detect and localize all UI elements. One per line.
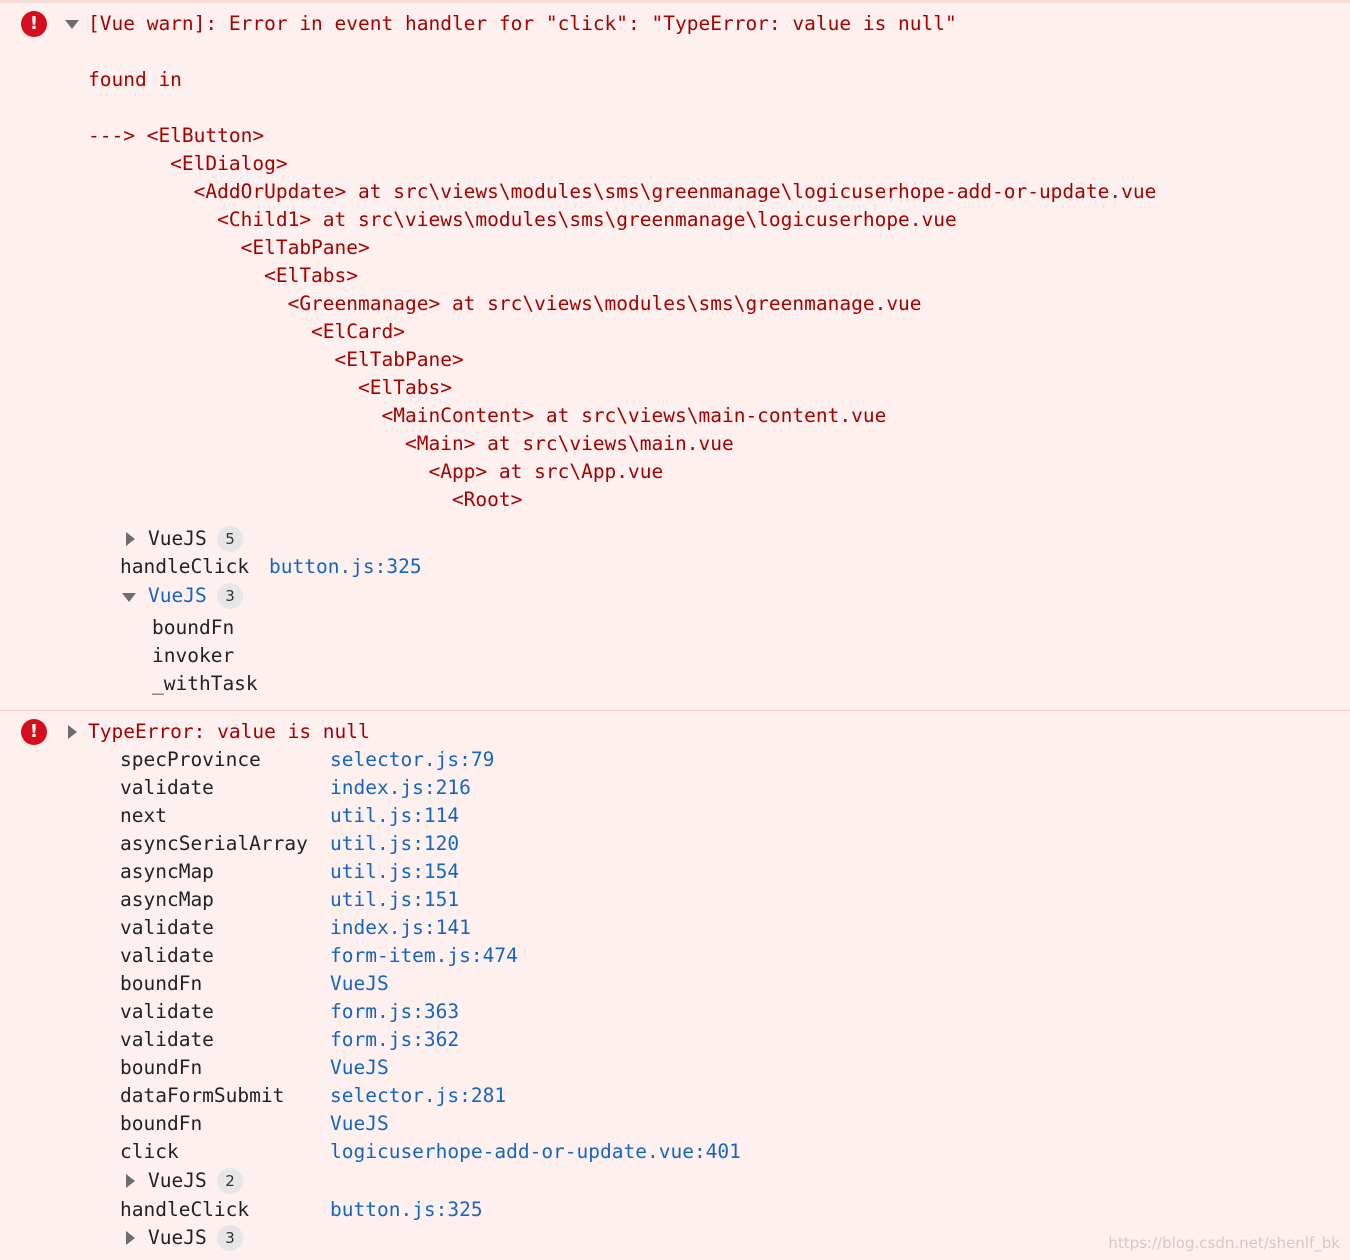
stack-function: next (120, 804, 167, 827)
watermark-text: https://blog.csdn.net/shenlf_bk (1108, 1234, 1340, 1252)
group-label[interactable]: VueJS (148, 582, 207, 610)
stack-function: validate (120, 1028, 214, 1051)
source-link[interactable]: form-item.js:474 (330, 942, 518, 970)
tree-line: <AddOrUpdate> at src\views\modules\sms\g… (88, 180, 1157, 203)
stack-function: handleClick (120, 555, 250, 578)
found-in-label: found in (88, 68, 182, 91)
count-badge: 2 (217, 1168, 243, 1194)
source-link[interactable]: util.js:120 (330, 830, 459, 858)
source-link[interactable]: button.js:325 (269, 553, 422, 581)
expand-arrow-icon[interactable] (68, 725, 77, 739)
stack-function: boundFn (152, 616, 235, 639)
stack-function: asyncMap (120, 888, 214, 911)
source-link[interactable]: selector.js:79 (330, 746, 494, 774)
group-label[interactable]: VueJS (148, 525, 207, 553)
top-border (0, 0, 1350, 3)
expand-arrow-icon[interactable] (65, 20, 79, 29)
stack-function: invoker (152, 644, 235, 667)
tree-line: <ElTabs> (88, 264, 359, 287)
source-link[interactable]: VueJS (330, 1110, 389, 1138)
tree-line: <ElTabs> (88, 376, 452, 399)
group-label[interactable]: VueJS (148, 1224, 207, 1252)
error-icon: ! (21, 11, 47, 37)
expand-arrow-icon[interactable] (126, 1231, 135, 1245)
source-link[interactable]: index.js:141 (330, 914, 471, 942)
source-link[interactable]: index.js:216 (330, 774, 471, 802)
collapse-arrow-icon[interactable] (122, 593, 136, 602)
source-link[interactable]: util.js:114 (330, 802, 459, 830)
expand-arrow-icon[interactable] (126, 532, 135, 546)
tree-line: <Child1> at src\views\modules\sms\greenm… (88, 208, 957, 231)
tree-line: <ElTabPane> (88, 348, 464, 371)
stack-function: boundFn (120, 972, 203, 995)
tree-line: <App> at src\App.vue (88, 460, 664, 483)
stack-function: validate (120, 1000, 214, 1023)
stack-function: asyncMap (120, 860, 214, 883)
source-link[interactable]: VueJS (330, 970, 389, 998)
stack-function: dataFormSubmit (120, 1084, 285, 1107)
tree-line: ---> <ElButton> (88, 124, 265, 147)
tree-line: <MainContent> at src\views\main-content.… (88, 404, 887, 427)
stack-function: click (120, 1140, 179, 1163)
entry-divider (0, 710, 1350, 711)
source-link[interactable]: logicuserhope-add-or-update.vue:401 (330, 1138, 741, 1166)
error-message[interactable]: TypeError: value is null (88, 718, 370, 746)
tree-line: <Root> (88, 488, 523, 511)
tree-line: <ElDialog> (88, 152, 288, 175)
expand-arrow-icon[interactable] (126, 1174, 135, 1188)
count-badge: 3 (217, 1225, 243, 1251)
stack-function: specProvince (120, 748, 261, 771)
source-link[interactable]: selector.js:281 (330, 1082, 506, 1110)
source-link[interactable]: button.js:325 (330, 1196, 483, 1224)
stack-function: boundFn (120, 1056, 203, 1079)
stack-function: _withTask (152, 672, 258, 695)
source-link[interactable]: util.js:151 (330, 886, 459, 914)
stack-function: validate (120, 776, 214, 799)
source-link[interactable]: form.js:363 (330, 998, 459, 1026)
stack-function: validate (120, 944, 214, 967)
stack-function: handleClick (120, 1198, 250, 1221)
tree-line: <ElTabPane> (88, 236, 370, 259)
source-link[interactable]: VueJS (330, 1054, 389, 1082)
group-label[interactable]: VueJS (148, 1167, 207, 1195)
stack-function: validate (120, 916, 214, 939)
count-badge: 5 (217, 526, 243, 552)
source-link[interactable]: form.js:362 (330, 1026, 459, 1054)
count-badge: 3 (217, 583, 243, 609)
tree-line: <Greenmanage> at src\views\modules\sms\g… (88, 292, 922, 315)
stack-function: asyncSerialArray (120, 832, 308, 855)
error-icon: ! (21, 719, 47, 745)
warning-message[interactable]: [Vue warn]: Error in event handler for "… (88, 10, 957, 38)
source-link[interactable]: util.js:154 (330, 858, 459, 886)
tree-line: <ElCard> (88, 320, 405, 343)
stack-function: boundFn (120, 1112, 203, 1135)
tree-line: <Main> at src\views\main.vue (88, 432, 734, 455)
